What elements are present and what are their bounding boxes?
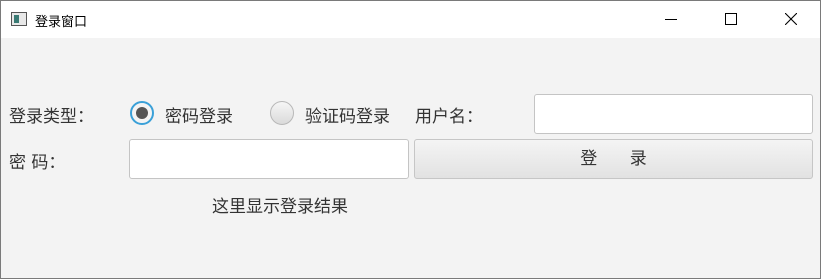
minimize-icon — [665, 19, 677, 20]
radio-code-login-label[interactable]: 验证码登录 — [305, 102, 390, 127]
password-label: 密 码： — [9, 153, 66, 173]
title-bar[interactable]: 登录窗口 — [1, 1, 820, 38]
maximize-icon — [725, 13, 737, 25]
login-result-text: 这里显示登录结果 — [212, 197, 348, 217]
window-title: 登录窗口 — [35, 15, 88, 30]
radio-selected-dot — [136, 107, 148, 119]
minimize-button[interactable] — [641, 1, 701, 38]
close-button[interactable] — [761, 1, 820, 38]
radio-password-login-label[interactable]: 密码登录 — [165, 102, 233, 127]
close-icon — [785, 13, 797, 25]
app-window-icon — [11, 12, 27, 26]
password-field[interactable] — [129, 139, 409, 179]
radio-code-login[interactable] — [270, 101, 294, 125]
username-field[interactable] — [534, 94, 813, 134]
login-form: 登录类型： 密码登录 验证码登录 用户名： 密 码： 登 录 这里显示登录结果 — [1, 38, 820, 278]
maximize-button[interactable] — [701, 1, 761, 38]
username-label: 用户名： — [415, 107, 483, 127]
login-button[interactable]: 登 录 — [414, 139, 813, 179]
login-window: 登录窗口 登录类型： 密码登录 验证码登录 用户名： 密 码： 登 录 这里显示… — [0, 0, 821, 279]
login-type-label: 登录类型： — [9, 107, 94, 127]
radio-password-login[interactable] — [130, 101, 154, 125]
